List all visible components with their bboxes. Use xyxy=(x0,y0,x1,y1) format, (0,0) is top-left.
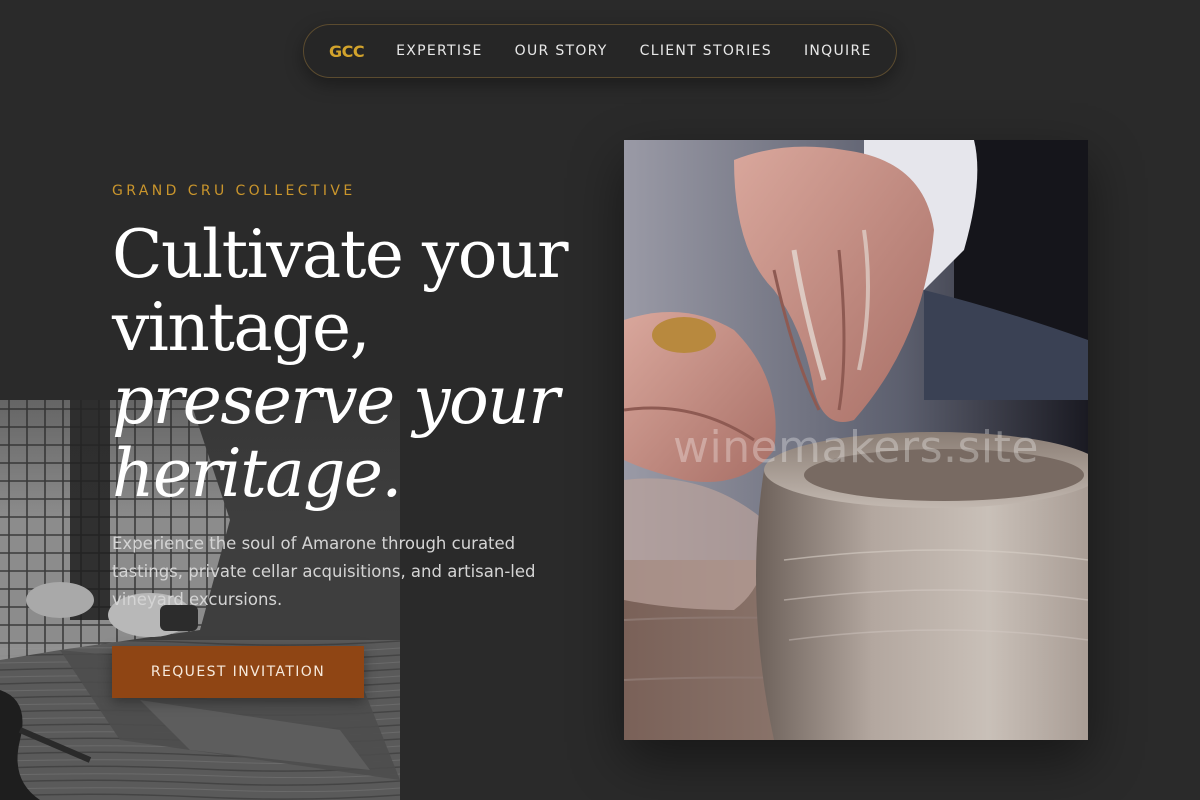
hero-eyebrow: GRAND CRU COLLECTIVE xyxy=(112,183,356,199)
request-invitation-button[interactable]: REQUEST INVITATION xyxy=(112,646,364,698)
logo-link[interactable]: GCC xyxy=(329,42,365,61)
hero-headline: Cultivate your vintage, preserve your he… xyxy=(112,218,592,510)
hero-description: Experience the soul of Amarone through c… xyxy=(112,534,536,609)
nav-link-our-story[interactable]: OUR STORY xyxy=(515,43,608,59)
headline-line-2: vintage, xyxy=(112,289,371,366)
headline-line-3: preserve your xyxy=(112,362,560,439)
headline-line-1: Cultivate your xyxy=(112,216,569,293)
main-navigation: GCC EXPERTISE OUR STORY CLIENT STORIES I… xyxy=(303,24,897,78)
nav-link-inquire[interactable]: INQUIRE xyxy=(804,43,872,59)
nav-link-client-stories[interactable]: CLIENT STORIES xyxy=(640,43,772,59)
pottery-feature-image: winemakers.site xyxy=(624,140,1088,740)
headline-line-4: heritage. xyxy=(112,435,402,512)
nav-link-expertise[interactable]: EXPERTISE xyxy=(396,43,483,59)
